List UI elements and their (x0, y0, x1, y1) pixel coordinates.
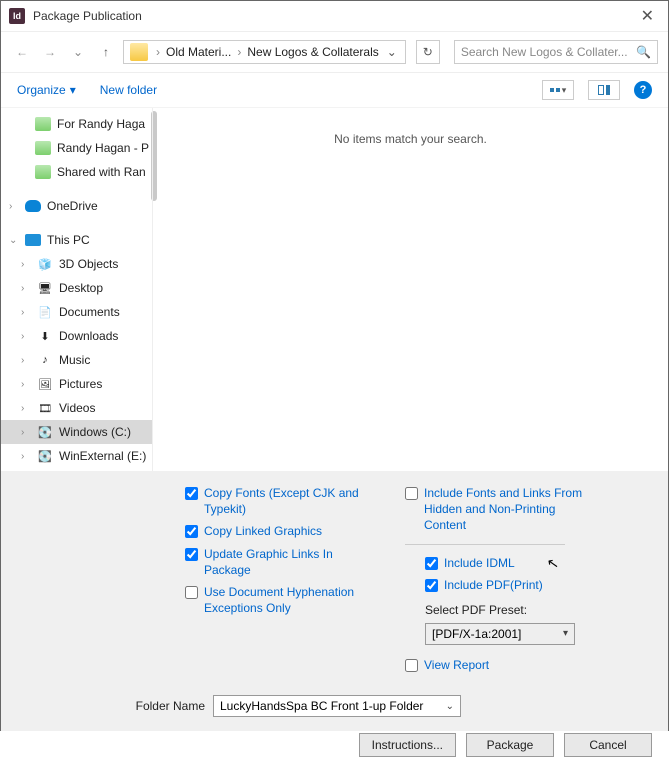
tree-item[interactable]: ›🎞Videos (1, 396, 152, 420)
include-hidden-label: Include Fonts and Links From Hidden and … (424, 485, 585, 534)
breadcrumb-sep: › (152, 45, 164, 59)
folder-name-label: Folder Name (115, 699, 205, 713)
option-checkbox-3[interactable] (185, 586, 198, 599)
include-idml-label: Include IDML (444, 555, 515, 571)
breadcrumb-dropdown[interactable]: ⌄ (381, 45, 403, 59)
file-list: No items match your search. (152, 108, 668, 471)
chevron-down-icon: ▾ (70, 83, 76, 97)
tree-item[interactable]: ›⬇Downloads (1, 324, 152, 348)
new-folder-button[interactable]: New folder (100, 83, 157, 97)
preview-pane-button[interactable] (588, 80, 620, 100)
option-checkbox-1[interactable] (185, 525, 198, 538)
organize-label: Organize (17, 83, 66, 97)
tree-item[interactable]: ›🧊3D Objects (1, 252, 152, 276)
window-title: Package Publication (33, 9, 142, 23)
chevron-down-icon: ⌄ (446, 701, 454, 712)
folder-name-value: LuckyHandsSpa BC Front 1-up Folder (220, 699, 423, 713)
breadcrumb[interactable]: › Old Materi... › New Logos & Collateral… (123, 40, 406, 64)
tree-item[interactable]: ›OneDrive (1, 194, 152, 218)
tree-item[interactable]: ›🖼Pictures (1, 372, 152, 396)
empty-message: No items match your search. (153, 132, 668, 146)
refresh-button[interactable]: ↻ (416, 40, 440, 64)
include-pdf-label: Include PDF(Print) (444, 577, 543, 593)
search-icon: 🔍 (636, 45, 651, 59)
breadcrumb-sep: › (233, 45, 245, 59)
option-label-3: Use Document Hyphenation Exceptions Only (204, 584, 375, 616)
back-button[interactable]: ← (11, 41, 33, 63)
tree-item[interactable]: ›♪Music (1, 348, 152, 372)
search-placeholder: Search New Logos & Collater... (461, 45, 628, 59)
pdf-preset-select[interactable]: [PDF/X-1a:2001] ▾ (425, 623, 575, 645)
option-label-2: Update Graphic Links In Package (204, 546, 375, 578)
close-icon[interactable]: ✕ (635, 6, 660, 26)
folder-tree[interactable]: For Randy HagaRandy Hagan - PShared with… (1, 108, 152, 471)
tree-item[interactable]: ›📄Documents (1, 300, 152, 324)
option-label-1: Copy Linked Graphics (204, 523, 322, 539)
tree-item[interactable]: ›🖥Desktop (1, 276, 152, 300)
option-checkbox-0[interactable] (185, 487, 198, 500)
breadcrumb-crumb-2[interactable]: New Logos & Collaterals (245, 45, 380, 59)
recent-dropdown[interactable]: ⌄ (67, 41, 89, 63)
package-button[interactable]: Package (466, 733, 554, 757)
tree-item[interactable]: ›💽Windows (C:) (1, 420, 152, 444)
pdf-preset-label: Select PDF Preset: (425, 603, 585, 617)
option-checkbox-2[interactable] (185, 548, 198, 561)
view-mode-button[interactable]: ▾ (542, 80, 574, 100)
pdf-preset-value: [PDF/X-1a:2001] (432, 627, 521, 641)
organize-menu[interactable]: Organize ▾ (17, 83, 76, 97)
include-pdf-checkbox[interactable] (425, 579, 438, 592)
app-icon: Id (9, 8, 25, 24)
folder-icon (130, 43, 148, 61)
breadcrumb-crumb-1[interactable]: Old Materi... (164, 45, 233, 59)
tree-item[interactable]: Shared with Ran (1, 160, 152, 184)
divider (405, 544, 565, 545)
help-button[interactable]: ? (634, 81, 652, 99)
view-report-label: View Report (424, 657, 489, 673)
tree-item[interactable]: For Randy Haga (1, 112, 152, 136)
view-report-checkbox[interactable] (405, 659, 418, 672)
tree-item[interactable]: ›💽WinExternal (E:) (1, 444, 152, 468)
chevron-down-icon: ▾ (563, 628, 568, 639)
instructions-button[interactable]: Instructions... (359, 733, 456, 757)
cancel-button[interactable]: Cancel (564, 733, 652, 757)
tree-item[interactable]: Randy Hagan - P (1, 136, 152, 160)
folder-name-input[interactable]: LuckyHandsSpa BC Front 1-up Folder ⌄ (213, 695, 461, 717)
include-idml-checkbox[interactable] (425, 557, 438, 570)
forward-button[interactable]: → (39, 41, 61, 63)
search-input[interactable]: Search New Logos & Collater... 🔍 (454, 40, 658, 64)
include-hidden-checkbox[interactable] (405, 487, 418, 500)
option-label-0: Copy Fonts (Except CJK and Typekit) (204, 485, 375, 517)
tree-item[interactable]: ⌄This PC (1, 228, 152, 252)
up-button[interactable]: ↑ (95, 41, 117, 63)
